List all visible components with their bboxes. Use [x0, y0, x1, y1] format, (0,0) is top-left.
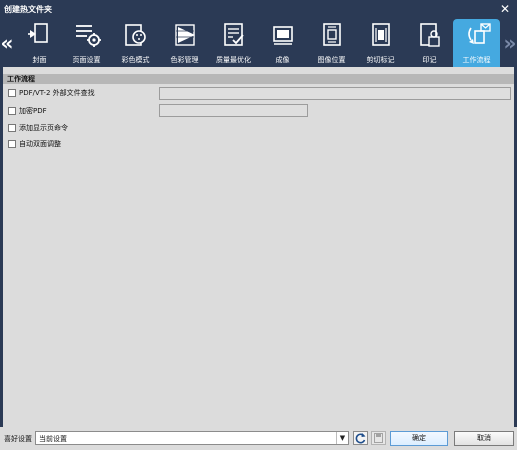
checkbox[interactable] [8, 107, 16, 115]
image-position-icon [323, 23, 341, 46]
encrypt-pdf-field[interactable] [159, 104, 308, 117]
tab-label: 封面 [32, 56, 47, 64]
option-label: 添加显示页命令 [19, 124, 68, 132]
tab-label: 彩色模式 [121, 56, 150, 64]
imprint-icon [420, 23, 440, 47]
tab-label: 页面设置 [72, 56, 101, 64]
ok-button[interactable]: 确定 [390, 431, 448, 446]
tab-quality-optimization[interactable]: 质量最优化 [210, 19, 257, 67]
tab-label: 成像 [275, 56, 290, 64]
tab-crop-marks[interactable]: 剪切标记 [357, 19, 404, 67]
option-label: 加密PDF [19, 107, 47, 115]
chevron-down-icon[interactable]: ▼ [336, 432, 348, 444]
tab-label: 工作流程 [462, 56, 491, 64]
tab-workflow[interactable]: 工作流程 [453, 19, 500, 67]
scroll-left-button[interactable]: « [0, 29, 14, 57]
checkbox[interactable] [8, 124, 16, 132]
preferences-select[interactable]: 当前设置 ▼ [35, 431, 349, 445]
quality-optimization-icon [224, 23, 244, 46]
workflow-panel: 工作流程 PDF/VT-2 外部文件查找 加密PDF 添加显示页命令 自动双面调… [3, 67, 514, 427]
bottom-bar: 喜好设置 当前设置 ▼ 确定 取消 [0, 427, 517, 450]
section-header: 工作流程 [3, 74, 514, 84]
tab-label: 质量最优化 [216, 56, 251, 64]
tab-page-setup[interactable]: 页面设置 [63, 19, 110, 67]
create-hot-folder-dialog: 创建热文件夹 ✕ « 封面 页面设置 彩色模式 色彩管理 质量最优化 成像 图像… [0, 0, 517, 450]
refresh-button[interactable] [353, 431, 368, 445]
tab-imprint[interactable]: 印记 [406, 19, 453, 67]
option-add-show-page-command[interactable]: 添加显示页命令 [6, 122, 156, 134]
cover-icon [28, 23, 48, 43]
option-label: PDF/VT-2 外部文件查找 [19, 89, 95, 97]
save-icon [374, 433, 383, 443]
checkbox[interactable] [8, 140, 16, 148]
option-encrypt-pdf[interactable]: 加密PDF [6, 105, 156, 117]
tab-label: 印记 [422, 56, 437, 64]
title-bar: 创建热文件夹 ✕ [0, 0, 517, 19]
option-label: 自动双面调整 [19, 140, 61, 148]
tab-image-position[interactable]: 图像位置 [308, 19, 355, 67]
preferences-label: 喜好设置 [4, 435, 32, 443]
window-title: 创建热文件夹 [4, 5, 52, 14]
refresh-icon [355, 433, 366, 444]
color-management-icon [175, 24, 195, 46]
save-preset-button[interactable] [371, 431, 386, 445]
pdf-vt2-path-field[interactable] [159, 87, 511, 100]
settings-toolbar: « 封面 页面设置 彩色模式 色彩管理 质量最优化 成像 图像位置 剪切标记 印… [0, 19, 517, 67]
checkbox[interactable] [8, 89, 16, 97]
color-mode-icon [125, 24, 146, 46]
crop-marks-icon [372, 23, 390, 46]
cancel-button[interactable]: 取消 [454, 431, 514, 446]
preferences-value: 当前设置 [39, 435, 67, 443]
close-icon[interactable]: ✕ [497, 1, 513, 17]
workflow-icon [468, 23, 491, 44]
tab-label: 图像位置 [317, 56, 346, 64]
tab-label: 色彩管理 [170, 56, 199, 64]
tab-cover[interactable]: 封面 [16, 19, 63, 67]
option-auto-duplex-adjust[interactable]: 自动双面调整 [6, 138, 156, 150]
tab-color-mode[interactable]: 彩色模式 [112, 19, 159, 67]
tab-imaging[interactable]: 成像 [259, 19, 306, 67]
option-pdf-vt2-lookup[interactable]: PDF/VT-2 外部文件查找 [6, 87, 156, 99]
tab-label: 剪切标记 [366, 56, 395, 64]
imaging-icon [273, 26, 293, 45]
tab-color-management[interactable]: 色彩管理 [161, 19, 208, 67]
page-setup-icon [76, 25, 101, 47]
scroll-right-button[interactable]: » [503, 29, 517, 57]
